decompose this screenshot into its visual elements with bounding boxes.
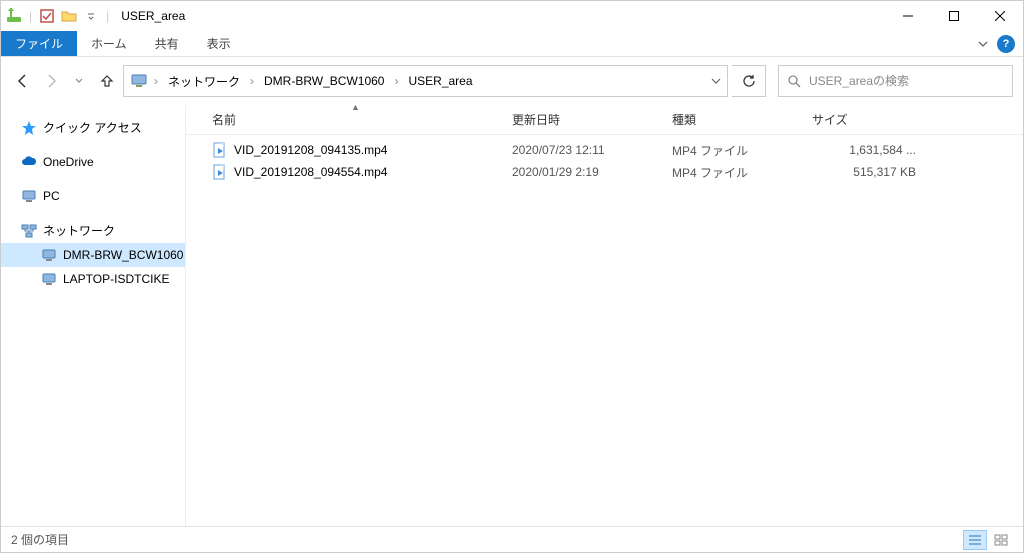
status-text: 2 個の項目 xyxy=(11,531,69,548)
tree-label: ネットワーク xyxy=(43,222,115,239)
forward-button[interactable] xyxy=(39,69,63,93)
column-header-size[interactable]: サイズ xyxy=(804,111,924,128)
breadcrumb-item[interactable]: ネットワーク xyxy=(164,71,244,92)
file-name: VID_20191208_094554.mp4 xyxy=(234,165,387,179)
qat-dropdown-icon[interactable] xyxy=(82,7,100,25)
navigation-tree[interactable]: クイック アクセス OneDrive PC xyxy=(1,105,186,526)
history-dropdown-icon[interactable] xyxy=(67,69,91,93)
app-icon xyxy=(5,7,23,25)
ribbon-tab-file[interactable]: ファイル xyxy=(1,31,77,56)
computer-icon xyxy=(41,247,57,263)
tree-pc[interactable]: PC xyxy=(1,184,185,208)
tree-label: LAPTOP-ISDTCIKE xyxy=(63,272,169,286)
minimize-button[interactable] xyxy=(885,1,931,31)
back-button[interactable] xyxy=(11,69,35,93)
file-name: VID_20191208_094135.mp4 xyxy=(234,143,387,157)
video-file-icon xyxy=(212,164,228,180)
computer-icon xyxy=(130,72,148,90)
tree-network[interactable]: ネットワーク xyxy=(1,218,185,243)
computer-icon xyxy=(41,271,57,287)
maximize-button[interactable] xyxy=(931,1,977,31)
file-type: MP4 ファイル xyxy=(664,164,804,181)
close-button[interactable] xyxy=(977,1,1023,31)
sort-indicator-icon: ▲ xyxy=(351,105,360,112)
title-bar: | | USER_area xyxy=(1,1,1023,31)
search-icon xyxy=(787,74,801,88)
file-type: MP4 ファイル xyxy=(664,142,804,159)
column-header-type[interactable]: 種類 xyxy=(664,111,804,128)
pc-icon xyxy=(21,188,37,204)
tree-label: DMR-BRW_BCW1060 xyxy=(63,248,183,262)
tree-onedrive[interactable]: OneDrive xyxy=(1,150,185,174)
file-list-pane: ▲ 名前 更新日時 種類 サイズ VID_20191208_094135.mp4… xyxy=(186,105,1023,526)
folder-icon[interactable] xyxy=(60,7,78,25)
ribbon-expand-icon[interactable] xyxy=(977,38,989,50)
separator: | xyxy=(29,9,32,23)
ribbon-tab-home[interactable]: ホーム xyxy=(77,31,141,56)
file-date: 2020/01/29 2:19 xyxy=(504,165,664,179)
chevron-right-icon[interactable]: › xyxy=(394,74,398,88)
file-row[interactable]: VID_20191208_094554.mp4 2020/01/29 2:19MP… xyxy=(186,161,1023,183)
column-header-name[interactable]: 名前 xyxy=(204,111,504,128)
status-bar: 2 個の項目 xyxy=(1,526,1023,552)
search-input[interactable] xyxy=(809,74,1004,88)
address-bar-row: › ネットワーク › DMR-BRW_BCW1060 › USER_area xyxy=(1,57,1023,105)
ribbon-tab-view[interactable]: 表示 xyxy=(193,31,245,56)
separator: | xyxy=(106,9,109,23)
column-headers: ▲ 名前 更新日時 種類 サイズ xyxy=(186,105,1023,135)
tree-quick-access[interactable]: クイック アクセス xyxy=(1,115,185,140)
file-size: 515,317 KB xyxy=(804,165,924,179)
tree-network-computer[interactable]: LAPTOP-ISDTCIKE xyxy=(1,267,185,291)
view-large-icons-button[interactable] xyxy=(989,530,1013,550)
help-icon[interactable]: ? xyxy=(997,35,1015,53)
tree-label: クイック アクセス xyxy=(43,119,142,136)
refresh-button[interactable] xyxy=(732,65,766,97)
breadcrumb-item[interactable]: USER_area xyxy=(404,72,476,90)
star-icon xyxy=(21,120,37,136)
address-dropdown-icon[interactable] xyxy=(711,76,721,86)
file-size: 1,631,584 ... xyxy=(804,143,924,157)
window-title: USER_area xyxy=(121,9,185,23)
ribbon: ファイル ホーム 共有 表示 ? xyxy=(1,31,1023,57)
column-header-date[interactable]: 更新日時 xyxy=(504,111,664,128)
file-date: 2020/07/23 12:11 xyxy=(504,143,664,157)
up-button[interactable] xyxy=(95,69,119,93)
file-row[interactable]: VID_20191208_094135.mp4 2020/07/23 12:11M… xyxy=(186,139,1023,161)
tree-label: PC xyxy=(43,189,60,203)
view-details-button[interactable] xyxy=(963,530,987,550)
tree-network-computer[interactable]: DMR-BRW_BCW1060 xyxy=(1,243,185,267)
chevron-right-icon[interactable]: › xyxy=(154,74,158,88)
cloud-icon xyxy=(21,154,37,170)
address-bar[interactable]: › ネットワーク › DMR-BRW_BCW1060 › USER_area xyxy=(123,65,728,97)
ribbon-tab-share[interactable]: 共有 xyxy=(141,31,193,56)
search-box[interactable] xyxy=(778,65,1013,97)
file-list[interactable]: VID_20191208_094135.mp4 2020/07/23 12:11M… xyxy=(186,135,1023,526)
tree-label: OneDrive xyxy=(43,155,94,169)
breadcrumb-item[interactable]: DMR-BRW_BCW1060 xyxy=(260,72,388,90)
main-area: クイック アクセス OneDrive PC xyxy=(1,105,1023,526)
quick-access-toolbar: | | USER_area xyxy=(1,7,189,25)
window-controls xyxy=(885,1,1023,31)
chevron-right-icon[interactable]: › xyxy=(250,74,254,88)
network-icon xyxy=(21,223,37,239)
qat-properties-icon[interactable] xyxy=(38,7,56,25)
video-file-icon xyxy=(212,142,228,158)
